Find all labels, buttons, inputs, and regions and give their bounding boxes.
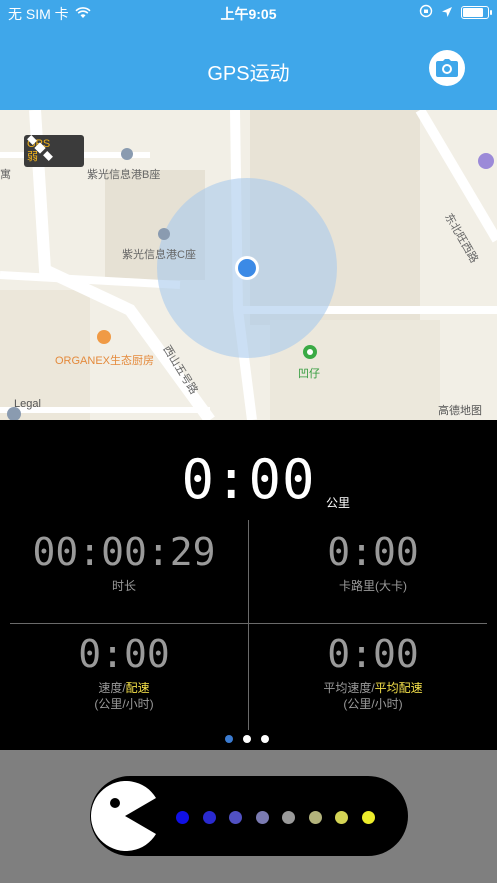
battery-icon	[461, 6, 492, 19]
camera-icon	[436, 59, 458, 77]
map-label-building-b: 紫光信息港B座	[87, 169, 161, 181]
slider-pellet	[361, 811, 375, 824]
page-dot[interactable]	[243, 735, 251, 743]
slider-pellet	[202, 811, 216, 824]
speed-unit: (公里/小时)	[94, 697, 154, 711]
page-dot[interactable]	[261, 735, 269, 743]
camera-button[interactable]	[429, 50, 465, 86]
calories-cell: 0:00 卡路里(大卡)	[249, 530, 497, 594]
slider-pellet	[229, 811, 242, 824]
slider-pellet	[255, 811, 269, 824]
location-arrow-icon	[441, 5, 453, 21]
distance-unit: 公里	[326, 496, 351, 510]
duration-value: 00:00:29	[32, 530, 216, 574]
calories-label: 卡路里(大卡)	[339, 579, 407, 593]
slider-pellet	[176, 811, 189, 824]
speed-label: 速度/配速 (公里/小时)	[0, 680, 248, 712]
map-label-poi: 凹仔	[298, 368, 320, 380]
map-brand-logo: 高德地图	[438, 405, 482, 417]
map-view[interactable]: GPS 弱 寓 紫光信息港B座 紫光信息港C座 ORGANEX生态厨房 凹仔 东…	[0, 110, 497, 420]
map-label-left: 寓	[0, 169, 11, 181]
orientation-lock-icon	[419, 4, 433, 21]
slider-pellet	[335, 811, 348, 824]
avg-speed-cell: 0:00 平均速度/平均配速 (公里/小时)	[249, 632, 497, 712]
page-indicator[interactable]	[225, 735, 269, 743]
bottom-bar	[0, 750, 497, 883]
speed-label-a: 速度/	[98, 681, 126, 695]
grid-divider-horizontal	[10, 623, 487, 624]
status-bar: 无 SIM 卡 上午9:05	[0, 0, 497, 26]
top-bar: 无 SIM 卡 上午9:05 GPS运动	[0, 0, 497, 110]
distance-value: 0:00	[181, 448, 316, 511]
avg-speed-label-a: 平均速度/	[323, 681, 375, 695]
map-label-restaurant: ORGANEX生态厨房	[55, 355, 155, 367]
gps-signal-badge: GPS 弱	[24, 135, 84, 167]
map-legal-link[interactable]: Legal	[14, 398, 41, 410]
avg-speed-label-b: 平均配速	[374, 681, 423, 695]
slider-pellet	[308, 811, 322, 824]
pacman-handle-icon[interactable]	[90, 776, 160, 856]
avg-speed-value: 0:00	[327, 632, 419, 676]
map-label-building-c: 紫光信息港C座	[122, 249, 196, 261]
satellite-icon	[27, 135, 53, 161]
avg-speed-unit: (公里/小时)	[343, 697, 403, 711]
page-dot[interactable]	[225, 735, 233, 743]
speed-cell: 0:00 速度/配速 (公里/小时)	[0, 632, 248, 712]
speed-value: 0:00	[78, 632, 170, 676]
duration-label: 时长	[111, 579, 136, 593]
start-slider[interactable]	[90, 776, 408, 856]
calories-value: 0:00	[327, 530, 419, 574]
speed-label-b: 配速	[125, 681, 150, 695]
slider-pellet	[282, 811, 295, 824]
page-title: GPS运动	[207, 63, 290, 85]
duration-cell: 00:00:29 时长	[0, 530, 248, 594]
avg-speed-label: 平均速度/平均配速 (公里/小时)	[249, 680, 497, 712]
stats-panel[interactable]: 0:00 公里 00:00:29 时长 0:00 卡路里(大卡) 0:00 速度…	[0, 420, 497, 750]
